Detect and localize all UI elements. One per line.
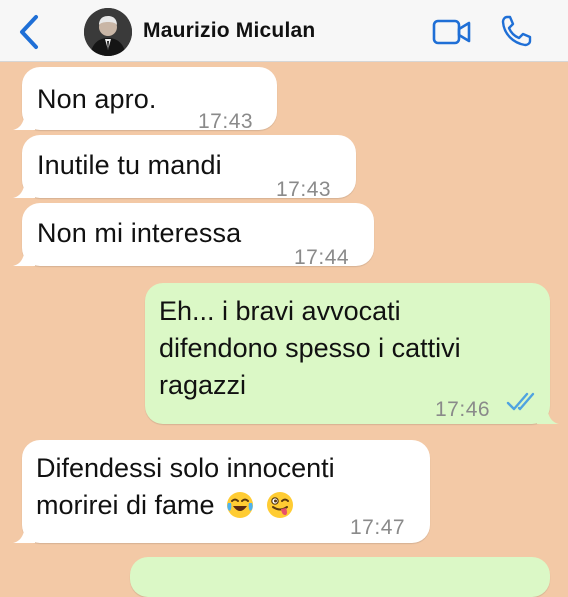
contact-name[interactable]: Maurizio Miculan: [143, 19, 315, 43]
face-with-tears-of-joy-icon: [227, 492, 254, 518]
message-list[interactable]: Non apro. 17:43 Inutile tu mandi 17:43 N…: [0, 62, 568, 597]
incoming-message[interactable]: Non mi interessa 17:44: [13, 203, 374, 269]
video-call-button[interactable]: [432, 17, 472, 47]
message-text: morirei di fame: [36, 490, 215, 520]
bubble-tail: [13, 525, 35, 543]
winking-face-with-tongue-icon: [266, 492, 293, 518]
incoming-message[interactable]: Inutile tu mandi 17:43: [13, 135, 356, 201]
avatar[interactable]: [84, 8, 132, 56]
outgoing-message[interactable]: Eh... i bravi avvocati difendono spesso …: [145, 283, 559, 424]
message-text: Inutile tu mandi: [37, 150, 222, 180]
message-text-line: difendono spesso i cattivi: [159, 333, 461, 363]
message-text-line: Eh... i bravi avvocati: [159, 296, 401, 326]
message-time: 17:47: [350, 516, 406, 539]
outgoing-message-partial[interactable]: [130, 557, 550, 597]
phone-icon: [501, 15, 532, 47]
incoming-message[interactable]: Non apro. 17:43: [13, 67, 277, 133]
message-text-line: ragazzi: [159, 370, 247, 400]
chat-header: Maurizio Miculan: [0, 0, 568, 62]
bubble-tail: [13, 112, 35, 130]
message-text: Non mi interessa: [37, 218, 242, 248]
message-text-line: Difendessi solo innocenti: [36, 453, 335, 483]
video-camera-icon: [432, 19, 471, 45]
bubble-tail: [13, 180, 35, 198]
message-text: Non apro.: [37, 84, 157, 114]
voice-call-button[interactable]: [500, 14, 532, 48]
message-time: 17:44: [294, 246, 350, 269]
message-time: 17:46: [435, 398, 491, 421]
avatar-photo: [84, 8, 132, 56]
chevron-left-icon: [20, 15, 38, 49]
bubble-tail: [13, 248, 35, 266]
back-button[interactable]: [12, 12, 46, 52]
incoming-message[interactable]: Difendessi solo innocenti morirei di fam…: [13, 440, 430, 543]
bubble-tail: [537, 406, 559, 424]
read-receipt-icon: [506, 392, 535, 411]
